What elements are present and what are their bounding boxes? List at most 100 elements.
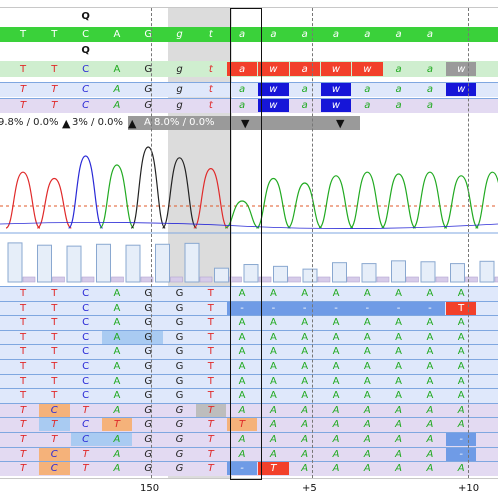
amino-acid-label: Q (81, 45, 90, 56)
read-base: T (51, 302, 58, 314)
quality-bar (273, 265, 288, 283)
reference-base: a (426, 64, 433, 75)
consensus-base: t (208, 29, 213, 40)
arrow-down-icon[interactable]: ▼ (336, 118, 344, 129)
read-base: A (113, 463, 121, 475)
stats-seg2: 3% / 0.0% (72, 117, 123, 128)
read-base: T (207, 419, 214, 431)
chromatogram-peak (68, 155, 104, 229)
trace-base: A (113, 84, 121, 95)
read-base: T (207, 361, 214, 372)
read-base: A (426, 317, 434, 329)
trace-base: T (51, 100, 58, 111)
read-base: T (19, 302, 27, 314)
read-base: C (50, 404, 58, 416)
trace-base: a (395, 100, 402, 111)
read-base: A (332, 419, 340, 431)
quality-bar-secondary (22, 276, 36, 283)
read-base: A (332, 448, 340, 460)
read-base: T (207, 434, 214, 445)
read-base: G (175, 404, 184, 416)
read-base: A (301, 288, 309, 299)
read-base: A (426, 288, 434, 299)
ruler-label-plus10: +10 (458, 483, 480, 494)
read-base: A (395, 404, 403, 416)
read-base: C (50, 448, 58, 460)
arrow-up-icon[interactable]: ▲ (128, 118, 136, 129)
read-base: A (301, 346, 309, 358)
quality-bar (361, 263, 377, 283)
read-base: A (301, 331, 309, 343)
read-base: T (51, 317, 58, 329)
read-base: T (207, 448, 214, 460)
quality-bar-secondary (81, 276, 95, 283)
consensus-base: T (19, 29, 27, 40)
read-base: A (363, 434, 371, 445)
read-base: - (302, 302, 307, 314)
read-base: A (113, 390, 121, 402)
quality-bar-secondary (170, 276, 183, 283)
read-base: A (332, 434, 340, 445)
quality-bar-secondary (406, 276, 419, 283)
quality-bar-secondary (347, 276, 360, 283)
read-base: T (82, 448, 89, 460)
read-base: A (301, 375, 309, 387)
quality-bar-secondary (111, 276, 124, 283)
read-base: A (332, 317, 340, 329)
read-base: A (457, 404, 465, 416)
read-base: C (82, 390, 90, 402)
reference-base: a (301, 64, 308, 75)
read-base: T (207, 463, 214, 475)
read-base: C (82, 317, 90, 329)
read-base: T (51, 331, 58, 343)
consensus-base: A (113, 29, 121, 40)
consensus-base: a (332, 29, 340, 40)
read-base: A (269, 288, 277, 299)
read-base: T (207, 302, 214, 314)
read-base: A (395, 375, 403, 387)
read-base: A (269, 404, 277, 416)
read-base: T (207, 288, 214, 299)
read-base: A (363, 419, 371, 431)
trace-base: C (82, 100, 90, 111)
read-base: A (395, 288, 403, 299)
reference-base: T (19, 64, 27, 75)
quality-bar (479, 260, 495, 283)
read-base: - (428, 302, 432, 314)
read-base: A (332, 390, 340, 402)
chromatogram-peak (161, 157, 198, 229)
read-base: A (113, 317, 121, 329)
read-base: A (426, 419, 434, 431)
read-base: T (19, 346, 27, 358)
trace-base: A (113, 100, 121, 111)
read-base: A (457, 288, 465, 299)
read-base: - (459, 448, 463, 460)
read-base: T (82, 463, 89, 475)
read-base: A (363, 390, 371, 402)
stats-seg1: 9.8% / 0.0% (0, 117, 59, 128)
read-base: - (365, 302, 370, 314)
read-base: T (51, 390, 58, 402)
read-base: A (301, 463, 309, 475)
quality-bar (96, 243, 111, 283)
trace-base: w (331, 84, 341, 95)
reference-base: w (269, 64, 278, 75)
read-base: A (363, 331, 371, 343)
arrow-up-icon[interactable]: ▲ (62, 118, 70, 129)
read-base: A (457, 375, 465, 387)
trace-base: a (364, 84, 371, 95)
quality-bar-secondary (288, 276, 301, 283)
read-base: A (395, 448, 403, 460)
read-base: C (82, 419, 90, 431)
selected-column-box[interactable] (230, 8, 262, 480)
read-base: A (301, 434, 309, 445)
read-base: A (113, 361, 121, 372)
read-base: A (426, 346, 434, 358)
read-base: T (207, 375, 214, 387)
read-base: G (175, 302, 184, 314)
trace-base: w (331, 100, 341, 111)
read-base: T (51, 346, 58, 358)
read-base: T (113, 419, 120, 431)
read-base: A (113, 331, 121, 343)
read-base: A (457, 346, 465, 358)
